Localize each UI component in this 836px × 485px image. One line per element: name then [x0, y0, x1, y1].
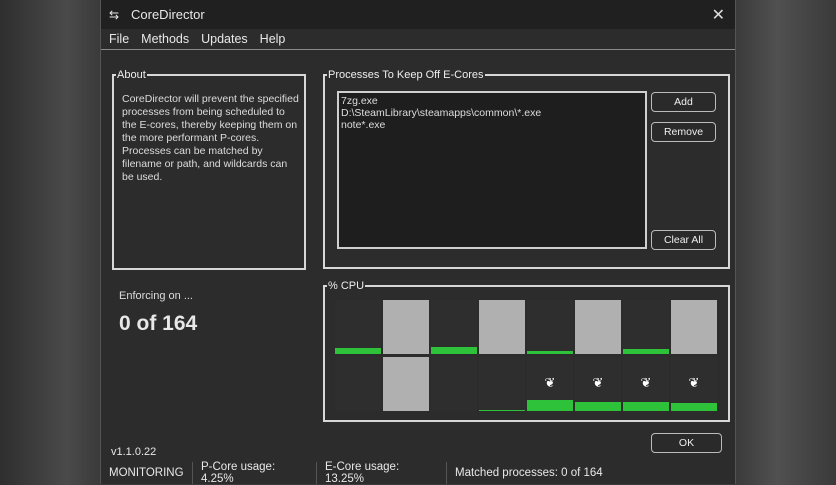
processes-legend: Processes To Keep Off E-Cores: [328, 69, 484, 81]
cpu-core-cell: [479, 357, 525, 411]
cpu-core-cell: ❦: [527, 357, 573, 411]
menu-bar: File Methods Updates Help: [101, 29, 735, 50]
cpu-core-cell: [383, 357, 429, 411]
about-text: CoreDirector will prevent the specified …: [122, 93, 299, 183]
cpu-usage-bar: [623, 401, 669, 411]
cpu-usage-bar: [623, 348, 669, 354]
cpu-usage-bar: [479, 409, 525, 411]
cpu-core-cell: [575, 300, 621, 354]
window-title: CoreDirector: [131, 7, 205, 22]
main-window: ⇆ CoreDirector ✕ File Methods Updates He…: [100, 0, 736, 485]
cpu-core-cell: [623, 300, 669, 354]
status-mode: MONITORING: [101, 462, 193, 484]
cpu-core-cell: [335, 300, 381, 354]
menu-updates[interactable]: Updates: [201, 32, 248, 46]
cpu-core-cell: [671, 300, 717, 354]
menu-file[interactable]: File: [109, 32, 129, 46]
cpu-usage-bar: [527, 399, 573, 411]
cpu-core-cell: [431, 357, 477, 411]
version-label: v1.1.0.22: [111, 446, 157, 458]
status-ecore-usage: E-Core usage: 13.25%: [317, 461, 447, 485]
cpu-core-cell: [383, 300, 429, 354]
ok-button[interactable]: OK: [651, 433, 722, 453]
remove-button[interactable]: Remove: [651, 122, 716, 142]
process-list[interactable]: 7zg.exe D:\SteamLibrary\steamapps\common…: [337, 91, 647, 249]
cpu-core-cell: [527, 300, 573, 354]
title-bar: ⇆ CoreDirector: [101, 0, 735, 29]
leaf-icon: ❦: [592, 375, 604, 390]
list-item[interactable]: note*.exe: [341, 119, 643, 131]
cpu-core-cell: ❦: [575, 357, 621, 411]
about-legend: About: [117, 69, 146, 81]
cpu-usage-bar: [527, 350, 573, 354]
cpu-usage-bar: [335, 348, 381, 354]
close-icon[interactable]: ✕: [712, 5, 725, 25]
cpu-usage-bar: [671, 403, 717, 411]
leaf-icon: ❦: [640, 375, 652, 390]
cpu-legend: % CPU: [328, 280, 365, 292]
add-button[interactable]: Add: [651, 92, 716, 112]
enforcing-count: 0 of 164: [119, 312, 198, 335]
menu-methods[interactable]: Methods: [141, 32, 189, 46]
status-bar: MONITORING P-Core usage: 4.25% E-Core us…: [101, 461, 735, 485]
about-group: About CoreDirector will prevent the spec…: [112, 69, 306, 270]
cpu-core-cell: [479, 300, 525, 354]
cpu-usage-bar: [575, 401, 621, 411]
cpu-core-cell: ❦: [623, 357, 669, 411]
menu-help[interactable]: Help: [260, 32, 286, 46]
status-matched: Matched processes: 0 of 164: [455, 467, 603, 479]
cpu-core-cell: [431, 300, 477, 354]
leaf-icon: ❦: [544, 375, 556, 390]
clear-all-button[interactable]: Clear All: [651, 230, 716, 250]
list-item[interactable]: D:\SteamLibrary\steamapps\common\*.exe: [341, 107, 643, 119]
status-pcore-usage: P-Core usage: 4.25%: [193, 461, 317, 485]
cpu-core-cell: ❦: [671, 357, 717, 411]
leaf-icon: ❦: [688, 375, 700, 390]
cpu-core-cell: [335, 357, 381, 411]
cpu-usage-bar: [431, 346, 477, 354]
app-icon: ⇆: [109, 7, 120, 22]
enforcing-label: Enforcing on ...: [119, 290, 193, 302]
list-item[interactable]: 7zg.exe: [341, 95, 643, 107]
